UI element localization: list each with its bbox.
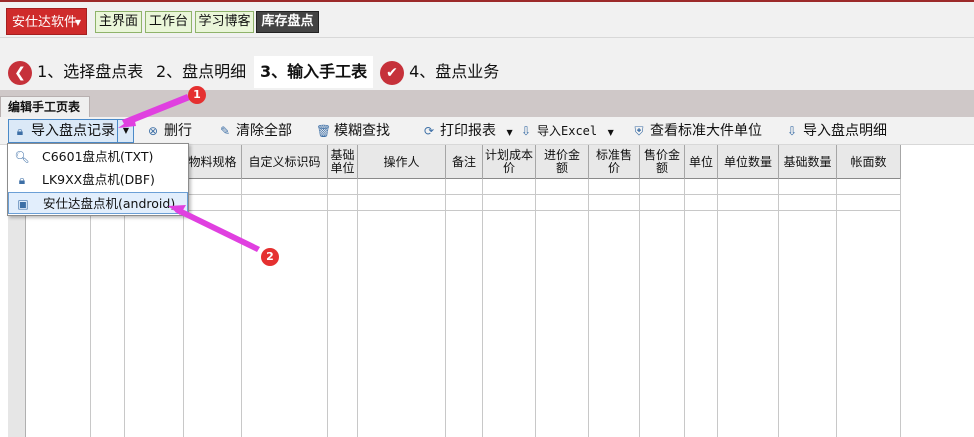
annotation-marker-2: 2 — [261, 248, 279, 266]
annotation-arrows — [118, 94, 260, 252]
arrow-2-shaft — [175, 207, 260, 252]
annotation-marker-1: 1 — [188, 86, 206, 104]
